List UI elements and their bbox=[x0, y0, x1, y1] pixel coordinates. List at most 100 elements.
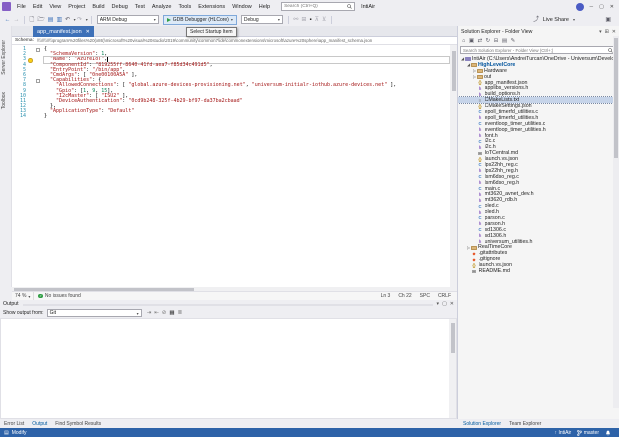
zoom-dropdown[interactable]: 74 %▾ bbox=[12, 292, 34, 300]
save-all-icon[interactable]: ▥ bbox=[56, 15, 62, 25]
push-status[interactable]: ↑ IntiAir bbox=[554, 430, 571, 436]
user-avatar[interactable] bbox=[576, 3, 584, 11]
schema-selector-bar[interactable]: Schema: \\\\\\\\\\\\\program%20files%20(… bbox=[12, 37, 457, 45]
debug-target-dropdown[interactable]: Debug▾ bbox=[241, 15, 283, 24]
menu-item[interactable]: Build bbox=[89, 3, 107, 11]
maximize-icon[interactable]: ▢ bbox=[599, 4, 604, 10]
minimize-icon[interactable]: ─ bbox=[590, 4, 594, 10]
eol-indicator[interactable]: CRLF bbox=[438, 293, 451, 299]
tree-item[interactable]: MREADME.md bbox=[458, 268, 613, 274]
edit-mode-icon: ▤ bbox=[4, 430, 9, 436]
menu-item[interactable]: File bbox=[14, 3, 29, 11]
menu-item[interactable]: Tools bbox=[175, 3, 194, 11]
menu-item[interactable]: Analyze bbox=[149, 3, 175, 11]
save-icon[interactable]: ▤ bbox=[48, 15, 54, 25]
step-into-icon[interactable]: ⊻ bbox=[322, 15, 326, 25]
line-indicator[interactable]: Ln 3 bbox=[381, 293, 391, 299]
menu-item[interactable]: Edit bbox=[30, 3, 45, 11]
tab-close-icon[interactable]: ✕ bbox=[86, 29, 90, 35]
menu-item[interactable]: Project bbox=[65, 3, 88, 11]
right-panel-tab[interactable]: Team Explorer bbox=[505, 421, 545, 427]
maximize-panel-icon[interactable]: ▢ bbox=[442, 301, 447, 307]
code-editor[interactable]: 1234567891011121314 { "SchemaVersion": 1… bbox=[12, 45, 457, 287]
clear-all-icon[interactable]: ⊘ bbox=[162, 310, 167, 316]
undo-icon[interactable]: ↶ bbox=[65, 15, 70, 25]
redo-icon[interactable]: ↷ bbox=[77, 15, 82, 25]
step-over-icon[interactable]: ⊼ bbox=[315, 15, 319, 25]
new-file-icon[interactable]: 🗋 bbox=[30, 15, 35, 25]
solution-explorer-title: Solution Explorer - Folder View bbox=[461, 29, 599, 35]
server-explorer-vertical-tab[interactable]: Server Explorer bbox=[1, 40, 7, 75]
start-debugging-button[interactable]: GDB Debugger (HLCore) ▾ bbox=[163, 15, 237, 25]
quick-action-lightbulb-icon[interactable] bbox=[28, 58, 33, 63]
live-share-dropdown-icon[interactable]: ▾ bbox=[573, 17, 575, 22]
spaces-indicator[interactable]: SPC bbox=[420, 293, 430, 299]
editor-vertical-scrollbar[interactable] bbox=[450, 45, 457, 287]
undo-dropdown-icon[interactable]: ▾ bbox=[74, 17, 76, 22]
fold-marker[interactable] bbox=[36, 79, 40, 83]
column-indicator[interactable]: Ch 22 bbox=[398, 293, 411, 299]
code-line[interactable]: } bbox=[44, 114, 449, 119]
line-number-gutter[interactable]: 1234567891011121314 bbox=[12, 47, 26, 120]
redo-dropdown-icon[interactable]: ▾ bbox=[86, 17, 88, 22]
solution-explorer-search-box[interactable]: Search Solution Explorer - Folder View (… bbox=[460, 46, 616, 54]
search-box[interactable]: Search (Ctrl+Q) bbox=[281, 2, 355, 11]
right-panel-tab[interactable]: Solution Explorer bbox=[459, 421, 505, 427]
close-panel-icon[interactable]: ✕ bbox=[612, 29, 616, 35]
window-position-icon[interactable]: ▾ bbox=[437, 301, 440, 307]
menu-item[interactable]: Test bbox=[132, 3, 148, 11]
bottom-panel-tab[interactable]: Find Symbol Results bbox=[51, 421, 105, 427]
switch-views-icon[interactable]: ⌂ bbox=[462, 38, 465, 44]
fold-marker[interactable] bbox=[36, 48, 40, 52]
word-wrap-icon[interactable]: ▦ bbox=[169, 310, 174, 316]
menu-item[interactable]: Window bbox=[229, 3, 255, 11]
solution-explorer-header[interactable]: Solution Explorer - Folder View ▾ ⊞ ✕ bbox=[458, 27, 619, 36]
pending-changes-filter-icon[interactable]: ▣ bbox=[469, 38, 474, 44]
toolbox-vertical-tab[interactable]: Toolbox bbox=[1, 92, 7, 109]
notifications-bell-icon[interactable] bbox=[605, 430, 611, 436]
live-share-button[interactable]: ⤴ Live Share ▾ bbox=[532, 13, 575, 26]
menu-item[interactable]: Help bbox=[256, 3, 273, 11]
bottom-panel-tab[interactable]: Error List bbox=[0, 421, 28, 427]
left-dock-strip: Server Explorer Toolbox bbox=[0, 26, 12, 287]
find-in-files-icon[interactable]: ⊞ bbox=[301, 15, 306, 25]
breakpoint-icon[interactable]: ▪ bbox=[309, 15, 311, 25]
find-message-icon[interactable]: ⇥ bbox=[147, 310, 152, 316]
show-all-files-icon[interactable]: ▤ bbox=[502, 38, 507, 44]
panel-drag-handle[interactable] bbox=[23, 304, 433, 306]
tab-app-manifest-json[interactable]: app_manifest.json ✕ bbox=[33, 26, 94, 37]
refresh-icon[interactable]: ↻ bbox=[486, 38, 491, 44]
attach-icon[interactable]: ⚯ bbox=[293, 15, 298, 25]
window-position-icon[interactable]: ▾ bbox=[599, 29, 602, 35]
close-icon[interactable]: ✕ bbox=[610, 4, 614, 10]
feedback-icon[interactable]: ▣ bbox=[605, 16, 611, 23]
collapse-all-icon[interactable]: ⊟ bbox=[494, 38, 499, 44]
menu-item[interactable]: Extensions bbox=[195, 3, 228, 11]
menu-item[interactable]: View bbox=[46, 3, 64, 11]
visual-studio-window: FileEditViewProjectBuildDebugTestAnalyze… bbox=[0, 0, 619, 437]
solution-explorer-scrollbar[interactable] bbox=[613, 36, 619, 408]
solution-configuration-dropdown[interactable]: ARM Debug▾ bbox=[97, 15, 159, 24]
code-area[interactable]: { "SchemaVersion": 1, "Name": "AzureIoT"… bbox=[44, 47, 449, 120]
properties-icon[interactable]: ✎ bbox=[511, 38, 516, 44]
sync-with-active-document-icon[interactable]: ⇄ bbox=[478, 38, 483, 44]
output-content[interactable] bbox=[0, 318, 457, 419]
file-tree: ◢IntiAir (C:\Users\AndreiTurcan\OneDrive… bbox=[458, 56, 613, 408]
bottom-panel-tabs: Error ListOutputFind Symbol Results bbox=[0, 421, 105, 427]
close-panel-icon[interactable]: ✕ bbox=[450, 301, 454, 307]
output-source-dropdown[interactable]: Git▾ bbox=[47, 309, 142, 317]
navigate-backward-icon[interactable]: ← bbox=[5, 15, 11, 25]
navigate-forward-icon[interactable]: → bbox=[14, 15, 20, 25]
document-health-indicator[interactable]: ✓ No issues found bbox=[34, 293, 84, 299]
pin-icon[interactable]: ⊞ bbox=[605, 29, 609, 35]
output-panel-title: Output bbox=[3, 301, 19, 307]
menu-item[interactable]: Debug bbox=[109, 3, 131, 11]
bottom-panel-tab[interactable]: Output bbox=[28, 421, 51, 427]
arrow-up-icon: ↑ bbox=[554, 430, 557, 436]
run-dropdown-icon[interactable]: ▾ bbox=[231, 17, 233, 22]
autoscroll-icon[interactable]: ≣ bbox=[178, 310, 183, 316]
branch-selector[interactable]: master bbox=[577, 430, 599, 436]
open-file-icon[interactable]: 🗁 bbox=[37, 15, 44, 25]
output-scrollbar[interactable] bbox=[449, 319, 456, 418]
goto-previous-message-icon[interactable]: ⇤ bbox=[154, 310, 159, 316]
